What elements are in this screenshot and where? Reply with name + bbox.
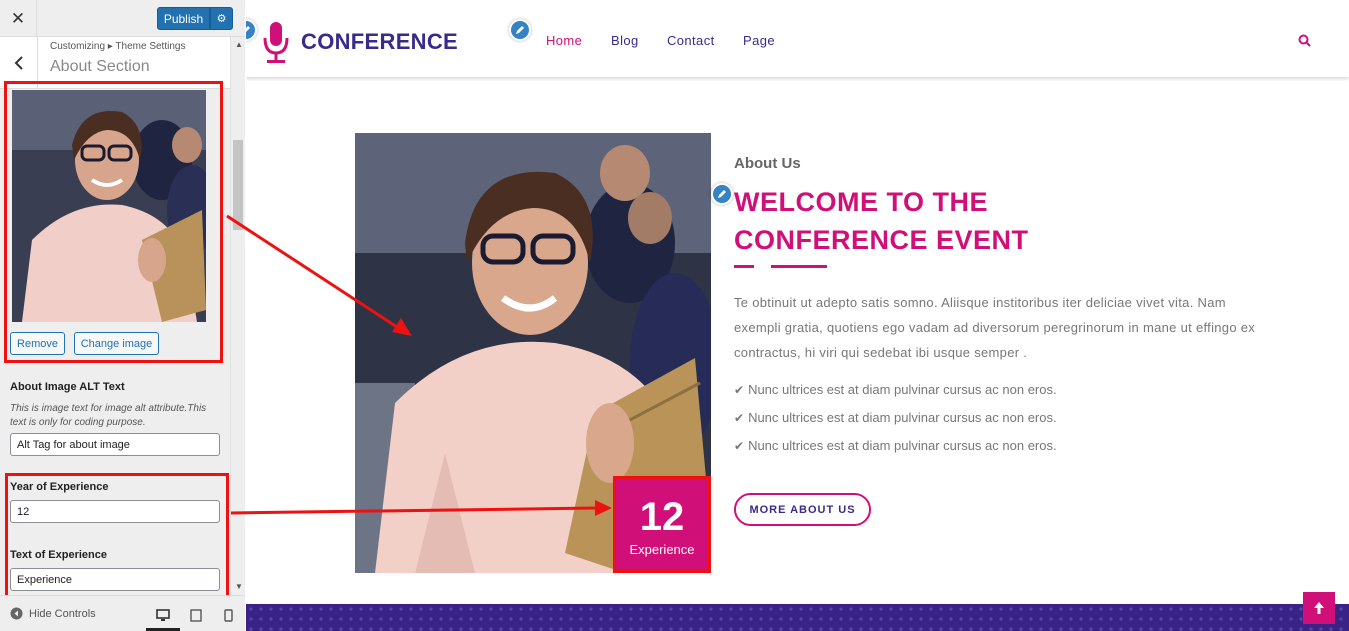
pencil-icon bbox=[516, 26, 524, 34]
check-item-text: Nunc ultrices est at diam pulvinar cursu… bbox=[748, 382, 1057, 397]
text-of-experience-input[interactable]: Experience bbox=[10, 568, 220, 591]
footer-band bbox=[246, 604, 1349, 631]
about-paragraph: Te obtinuit ut adepto satis somno. Aliis… bbox=[734, 295, 1256, 360]
close-icon: ✕ bbox=[10, 8, 26, 29]
mobile-preview-button[interactable] bbox=[219, 606, 237, 624]
pencil-icon bbox=[718, 190, 726, 198]
scroll-up-icon[interactable]: ▲ bbox=[235, 40, 243, 49]
headline-line-2: CONFERENCE EVENT bbox=[734, 225, 1029, 255]
check-icon: ✔ bbox=[734, 438, 745, 453]
tablet-preview-button[interactable] bbox=[187, 606, 205, 624]
customizer-footer: Hide Controls bbox=[0, 595, 245, 631]
nav-home[interactable]: Home bbox=[546, 33, 582, 48]
mobile-icon bbox=[223, 608, 233, 622]
scroll-thumb[interactable] bbox=[233, 140, 243, 230]
tablet-icon bbox=[190, 608, 202, 622]
panel-scrollbar[interactable]: ▲ ▼ bbox=[230, 37, 245, 595]
experience-years: 12 bbox=[639, 495, 685, 539]
nav-page[interactable]: Page bbox=[743, 33, 775, 48]
check-icon: ✔ bbox=[734, 410, 745, 425]
alt-text-label: About Image ALT Text bbox=[10, 381, 125, 393]
publish-button[interactable]: Publish bbox=[157, 7, 210, 30]
edit-shortcut-logo[interactable] bbox=[246, 19, 257, 41]
check-item-text: Nunc ultrices est at diam pulvinar cursu… bbox=[748, 438, 1057, 453]
remove-image-button[interactable]: Remove bbox=[10, 332, 65, 355]
edit-shortcut-about[interactable] bbox=[711, 183, 733, 205]
chevron-left-icon bbox=[14, 56, 23, 70]
experience-badge: 12 Experience bbox=[613, 476, 711, 573]
headline-line-1: WELCOME TO THE bbox=[734, 187, 988, 217]
gear-icon: ⚙ bbox=[216, 12, 227, 25]
about-headline: WELCOME TO THE CONFERENCE EVENT bbox=[734, 183, 1029, 259]
scroll-down-icon[interactable]: ▼ bbox=[235, 582, 243, 591]
check-item: ✔ Nunc ultrices est at diam pulvinar cur… bbox=[734, 438, 1057, 453]
site-preview: CONFERENCE Home Blog Contact Page 12 Exp… bbox=[246, 0, 1349, 631]
about-subtitle: About Us bbox=[734, 155, 801, 172]
breadcrumb: Customizing ▸ Theme Settings bbox=[50, 41, 186, 52]
customizer-topbar: ✕ Publish ⚙ bbox=[0, 0, 245, 37]
customizer-panel: ✕ Publish ⚙ Customizing ▸ Theme Settings… bbox=[0, 0, 245, 631]
arrow-up-icon bbox=[1314, 602, 1324, 614]
check-item: ✔ Nunc ultrices est at diam pulvinar cur… bbox=[734, 382, 1057, 397]
check-item-text: Nunc ultrices est at diam pulvinar cursu… bbox=[748, 410, 1057, 425]
pencil-icon bbox=[246, 26, 250, 32]
year-of-experience-label: Year of Experience bbox=[10, 481, 109, 493]
search-icon[interactable] bbox=[1298, 34, 1311, 47]
microphone-logo-icon bbox=[263, 22, 289, 63]
collapse-icon bbox=[10, 607, 23, 620]
about-image-control: Remove Change image bbox=[4, 81, 223, 363]
headline-divider bbox=[734, 265, 754, 268]
alt-text-input[interactable]: Alt Tag for about image bbox=[10, 433, 220, 456]
text-of-experience-label: Text of Experience bbox=[10, 549, 107, 561]
hide-controls-label: Hide Controls bbox=[29, 607, 96, 620]
nav-blog[interactable]: Blog bbox=[611, 33, 639, 48]
check-icon: ✔ bbox=[734, 382, 745, 397]
change-image-button[interactable]: Change image bbox=[74, 332, 159, 355]
site-header: CONFERENCE Home Blog Contact Page bbox=[246, 0, 1349, 77]
year-of-experience-input[interactable]: 12 bbox=[10, 500, 220, 523]
experience-text: Experience bbox=[629, 542, 695, 557]
edit-shortcut-menu[interactable] bbox=[509, 19, 531, 41]
close-customizer-button[interactable]: ✕ bbox=[0, 0, 37, 37]
more-about-us-button[interactable]: MORE ABOUT US bbox=[734, 493, 871, 526]
publish-settings-button[interactable]: ⚙ bbox=[210, 7, 233, 30]
scroll-to-top-button[interactable] bbox=[1303, 592, 1335, 624]
headline-divider-long bbox=[771, 265, 827, 268]
section-title: About Section bbox=[50, 58, 150, 75]
nav-contact[interactable]: Contact bbox=[667, 33, 715, 48]
desktop-icon bbox=[156, 608, 170, 621]
hide-controls-button[interactable]: Hide Controls bbox=[10, 607, 96, 620]
site-logo-text[interactable]: CONFERENCE bbox=[301, 29, 458, 55]
about-image-thumbnail bbox=[12, 90, 206, 322]
check-item: ✔ Nunc ultrices est at diam pulvinar cur… bbox=[734, 410, 1057, 425]
desktop-preview-button[interactable] bbox=[154, 606, 172, 624]
alt-text-description: This is image text for image alt attribu… bbox=[10, 403, 207, 428]
